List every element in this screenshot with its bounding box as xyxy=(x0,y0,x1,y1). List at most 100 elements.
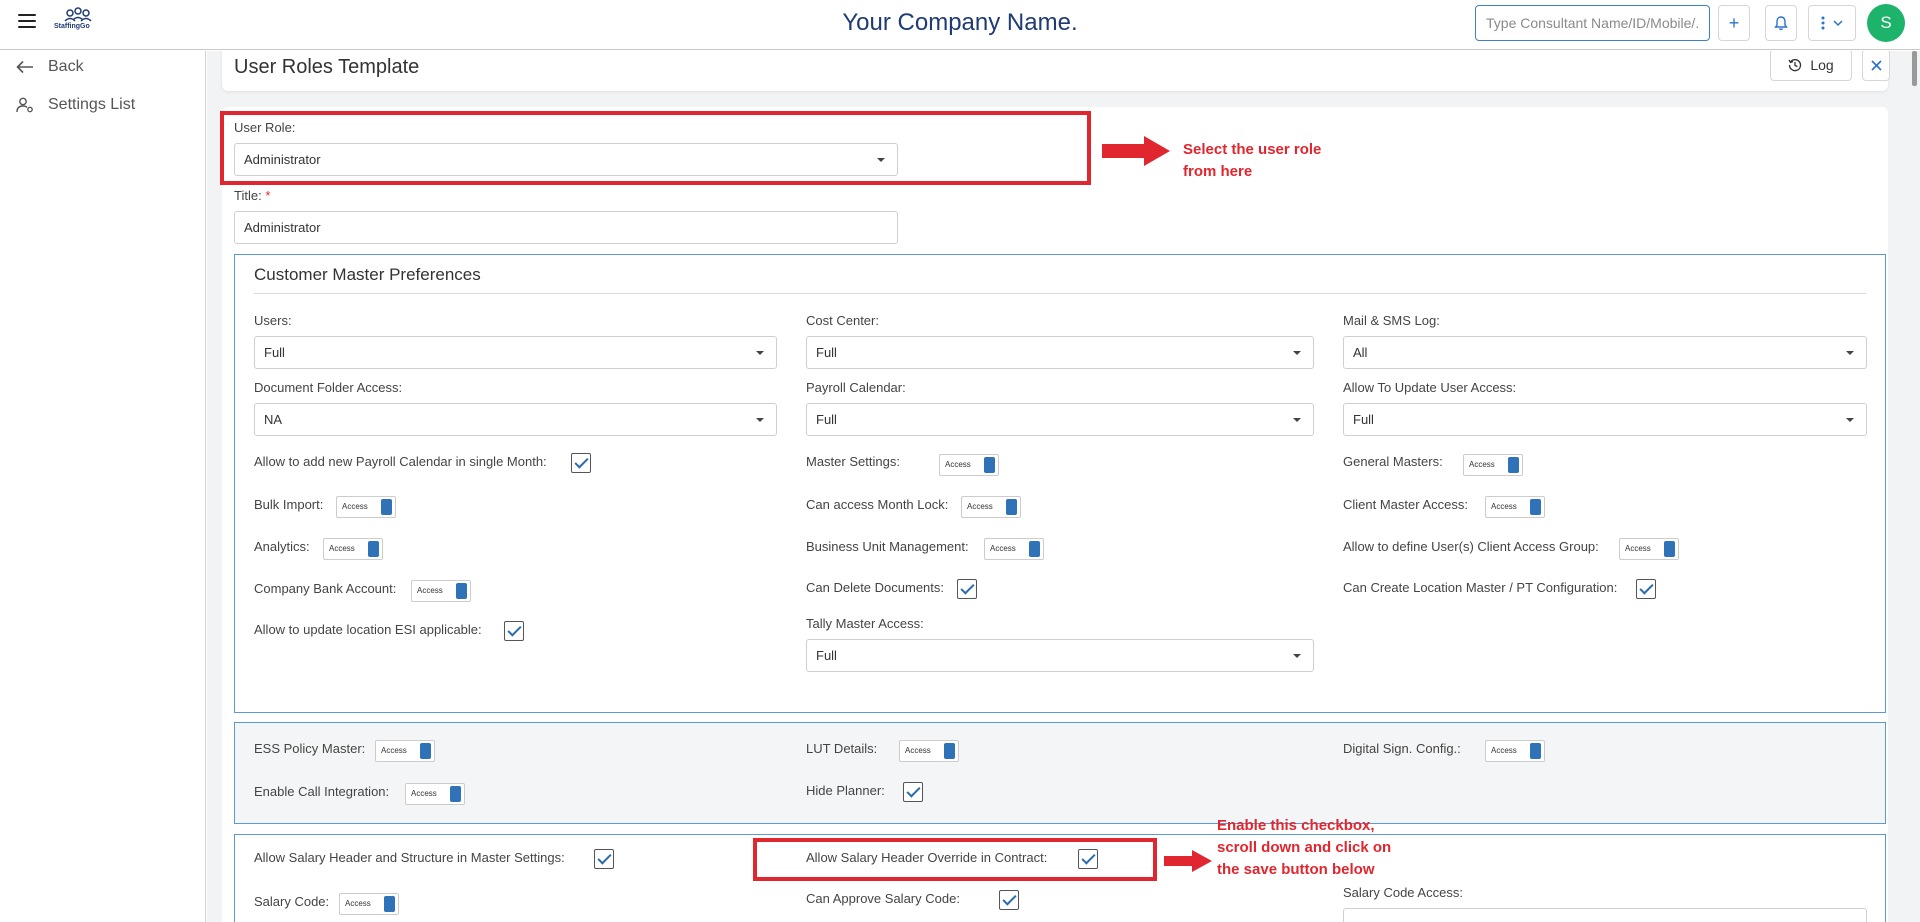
annotation-note-user-role: Select the user role from here xyxy=(1183,141,1322,180)
digital-sign-config-label: Digital Sign. Config.: xyxy=(1343,741,1461,756)
digital-sign-config-toggle[interactable]: Access xyxy=(1485,740,1545,762)
caret-down-icon xyxy=(756,418,764,422)
analytics-label: Analytics: xyxy=(254,539,310,554)
month-lock-toggle[interactable]: Access xyxy=(961,496,1021,518)
ess-section: ESS Policy Master: Access LUT Details: A… xyxy=(234,722,1886,824)
arrow-right-icon xyxy=(1164,850,1212,872)
plus-icon: + xyxy=(1728,12,1740,33)
caret-down-icon xyxy=(756,351,764,355)
location-esi-checkbox[interactable] xyxy=(504,621,524,641)
location-esi-label: Allow to update location ESI applicable: xyxy=(254,622,482,637)
call-integration-toggle[interactable]: Access xyxy=(405,783,465,805)
arrow-right-icon xyxy=(1102,136,1170,166)
scrollbar-thumb[interactable] xyxy=(1912,51,1917,86)
salary-header-structure-label: Allow Salary Header and Structure in Mas… xyxy=(254,850,565,865)
consultant-search-input[interactable] xyxy=(1475,5,1710,41)
lut-details-toggle[interactable]: Access xyxy=(899,740,959,762)
add-payroll-calendar-checkbox[interactable] xyxy=(571,453,591,473)
hide-planner-label: Hide Planner: xyxy=(806,783,885,798)
sidebar-item-label: Settings List xyxy=(48,96,136,113)
general-masters-label: General Masters: xyxy=(1343,454,1443,469)
user-avatar[interactable]: S xyxy=(1867,4,1905,42)
cost-center-select[interactable]: Full xyxy=(806,336,1314,369)
logo-text: StaffingGo xyxy=(54,23,90,30)
document-folder-access-value: NA xyxy=(264,412,283,427)
hide-planner-checkbox[interactable] xyxy=(903,782,923,802)
caret-down-icon xyxy=(1846,351,1854,355)
salary-header-override-label: Allow Salary Header Override in Contract… xyxy=(806,850,1048,865)
mail-sms-log-label: Mail & SMS Log: xyxy=(1343,313,1440,328)
business-unit-management-toggle[interactable]: Access xyxy=(984,538,1044,560)
mail-sms-log-select[interactable]: All xyxy=(1343,336,1867,369)
lut-details-label: LUT Details: xyxy=(806,741,878,756)
salary-code-access-select[interactable] xyxy=(1343,908,1867,922)
update-user-access-value: Full xyxy=(1353,412,1374,427)
sidebar-item-settings-list[interactable]: Settings List xyxy=(16,96,135,114)
update-user-access-label: Allow To Update User Access: xyxy=(1343,380,1517,395)
salary-code-label: Salary Code: xyxy=(254,894,330,909)
location-master-checkbox[interactable] xyxy=(1636,579,1656,599)
mail-sms-log-value: All xyxy=(1353,345,1368,360)
divider xyxy=(254,293,1866,294)
users-label: Users: xyxy=(254,313,292,328)
chevron-down-icon xyxy=(1833,20,1843,27)
approve-salary-code-checkbox[interactable] xyxy=(999,890,1019,910)
add-button[interactable]: + xyxy=(1718,5,1750,41)
salary-code-access-label: Salary Code Access: xyxy=(1343,885,1463,900)
month-lock-label: Can access Month Lock: xyxy=(806,497,949,512)
salary-header-override-checkbox[interactable] xyxy=(1078,849,1098,869)
payroll-calendar-label: Payroll Calendar: xyxy=(806,380,906,395)
salary-header-structure-checkbox[interactable] xyxy=(594,849,614,869)
client-access-group-label: Allow to define User(s) Client Access Gr… xyxy=(1343,539,1599,554)
cost-center-label: Cost Center: xyxy=(806,313,879,328)
caret-down-icon xyxy=(1293,654,1301,658)
ess-policy-master-label: ESS Policy Master: xyxy=(254,741,366,756)
sidebar-item-label: Back xyxy=(48,58,84,75)
bell-icon xyxy=(1774,15,1788,30)
ess-policy-master-toggle[interactable]: Access xyxy=(375,740,435,762)
bulk-import-toggle[interactable]: Access xyxy=(336,496,396,518)
client-master-access-toggle[interactable]: Access xyxy=(1485,496,1545,518)
section-title: Customer Master Preferences xyxy=(254,265,481,284)
payroll-calendar-select[interactable]: Full xyxy=(806,403,1314,436)
delete-documents-checkbox[interactable] xyxy=(957,579,977,599)
approve-salary-code-label: Can Approve Salary Code: xyxy=(806,891,960,906)
caret-down-icon xyxy=(877,158,885,162)
sidebar-item-back[interactable]: Back xyxy=(16,58,84,76)
page-title: User Roles Template xyxy=(234,56,420,78)
caret-down-icon xyxy=(1293,418,1301,422)
user-settings-icon xyxy=(16,97,33,113)
call-integration-label: Enable Call Integration: xyxy=(254,784,390,799)
bulk-import-label: Bulk Import: xyxy=(254,497,324,512)
more-options-button[interactable] xyxy=(1808,5,1856,41)
menu-icon[interactable] xyxy=(18,14,36,28)
salary-code-toggle[interactable]: Access xyxy=(339,893,399,915)
page-header: User Roles Template Log xyxy=(222,51,1890,91)
customer-master-section: Customer Master Preferences Users: Full … xyxy=(234,254,1886,713)
add-payroll-calendar-label: Allow to add new Payroll Calendar in sin… xyxy=(254,454,547,469)
master-settings-toggle[interactable]: Access xyxy=(939,454,999,476)
analytics-toggle[interactable]: Access xyxy=(323,538,383,560)
staffinggo-logo[interactable] xyxy=(54,6,102,36)
role-form: User Role: Administrator Title: * Admini… xyxy=(222,107,1888,922)
caret-down-icon xyxy=(1846,418,1854,422)
update-user-access-select[interactable]: Full xyxy=(1343,403,1867,436)
title-input[interactable]: Administrator xyxy=(234,211,898,244)
document-folder-access-select[interactable]: NA xyxy=(254,403,777,436)
company-bank-account-toggle[interactable]: Access xyxy=(411,580,471,602)
caret-down-icon xyxy=(1293,351,1301,355)
delete-documents-label: Can Delete Documents: xyxy=(806,580,945,595)
log-button[interactable]: Log xyxy=(1770,51,1852,81)
notifications-button[interactable] xyxy=(1765,5,1797,41)
main-content: User Roles Template Log User Role: Admin… xyxy=(207,51,1920,922)
user-role-select[interactable]: Administrator xyxy=(234,143,898,176)
client-master-access-label: Client Master Access: xyxy=(1343,497,1468,512)
close-icon xyxy=(1870,59,1882,71)
document-folder-access-label: Document Folder Access: xyxy=(254,380,403,395)
users-select[interactable]: Full xyxy=(254,336,777,369)
title-value: Administrator xyxy=(244,220,321,235)
close-button[interactable] xyxy=(1862,51,1890,81)
client-access-group-toggle[interactable]: Access xyxy=(1619,538,1679,560)
tally-master-access-select[interactable]: Full xyxy=(806,639,1314,672)
general-masters-toggle[interactable]: Access xyxy=(1463,454,1523,476)
